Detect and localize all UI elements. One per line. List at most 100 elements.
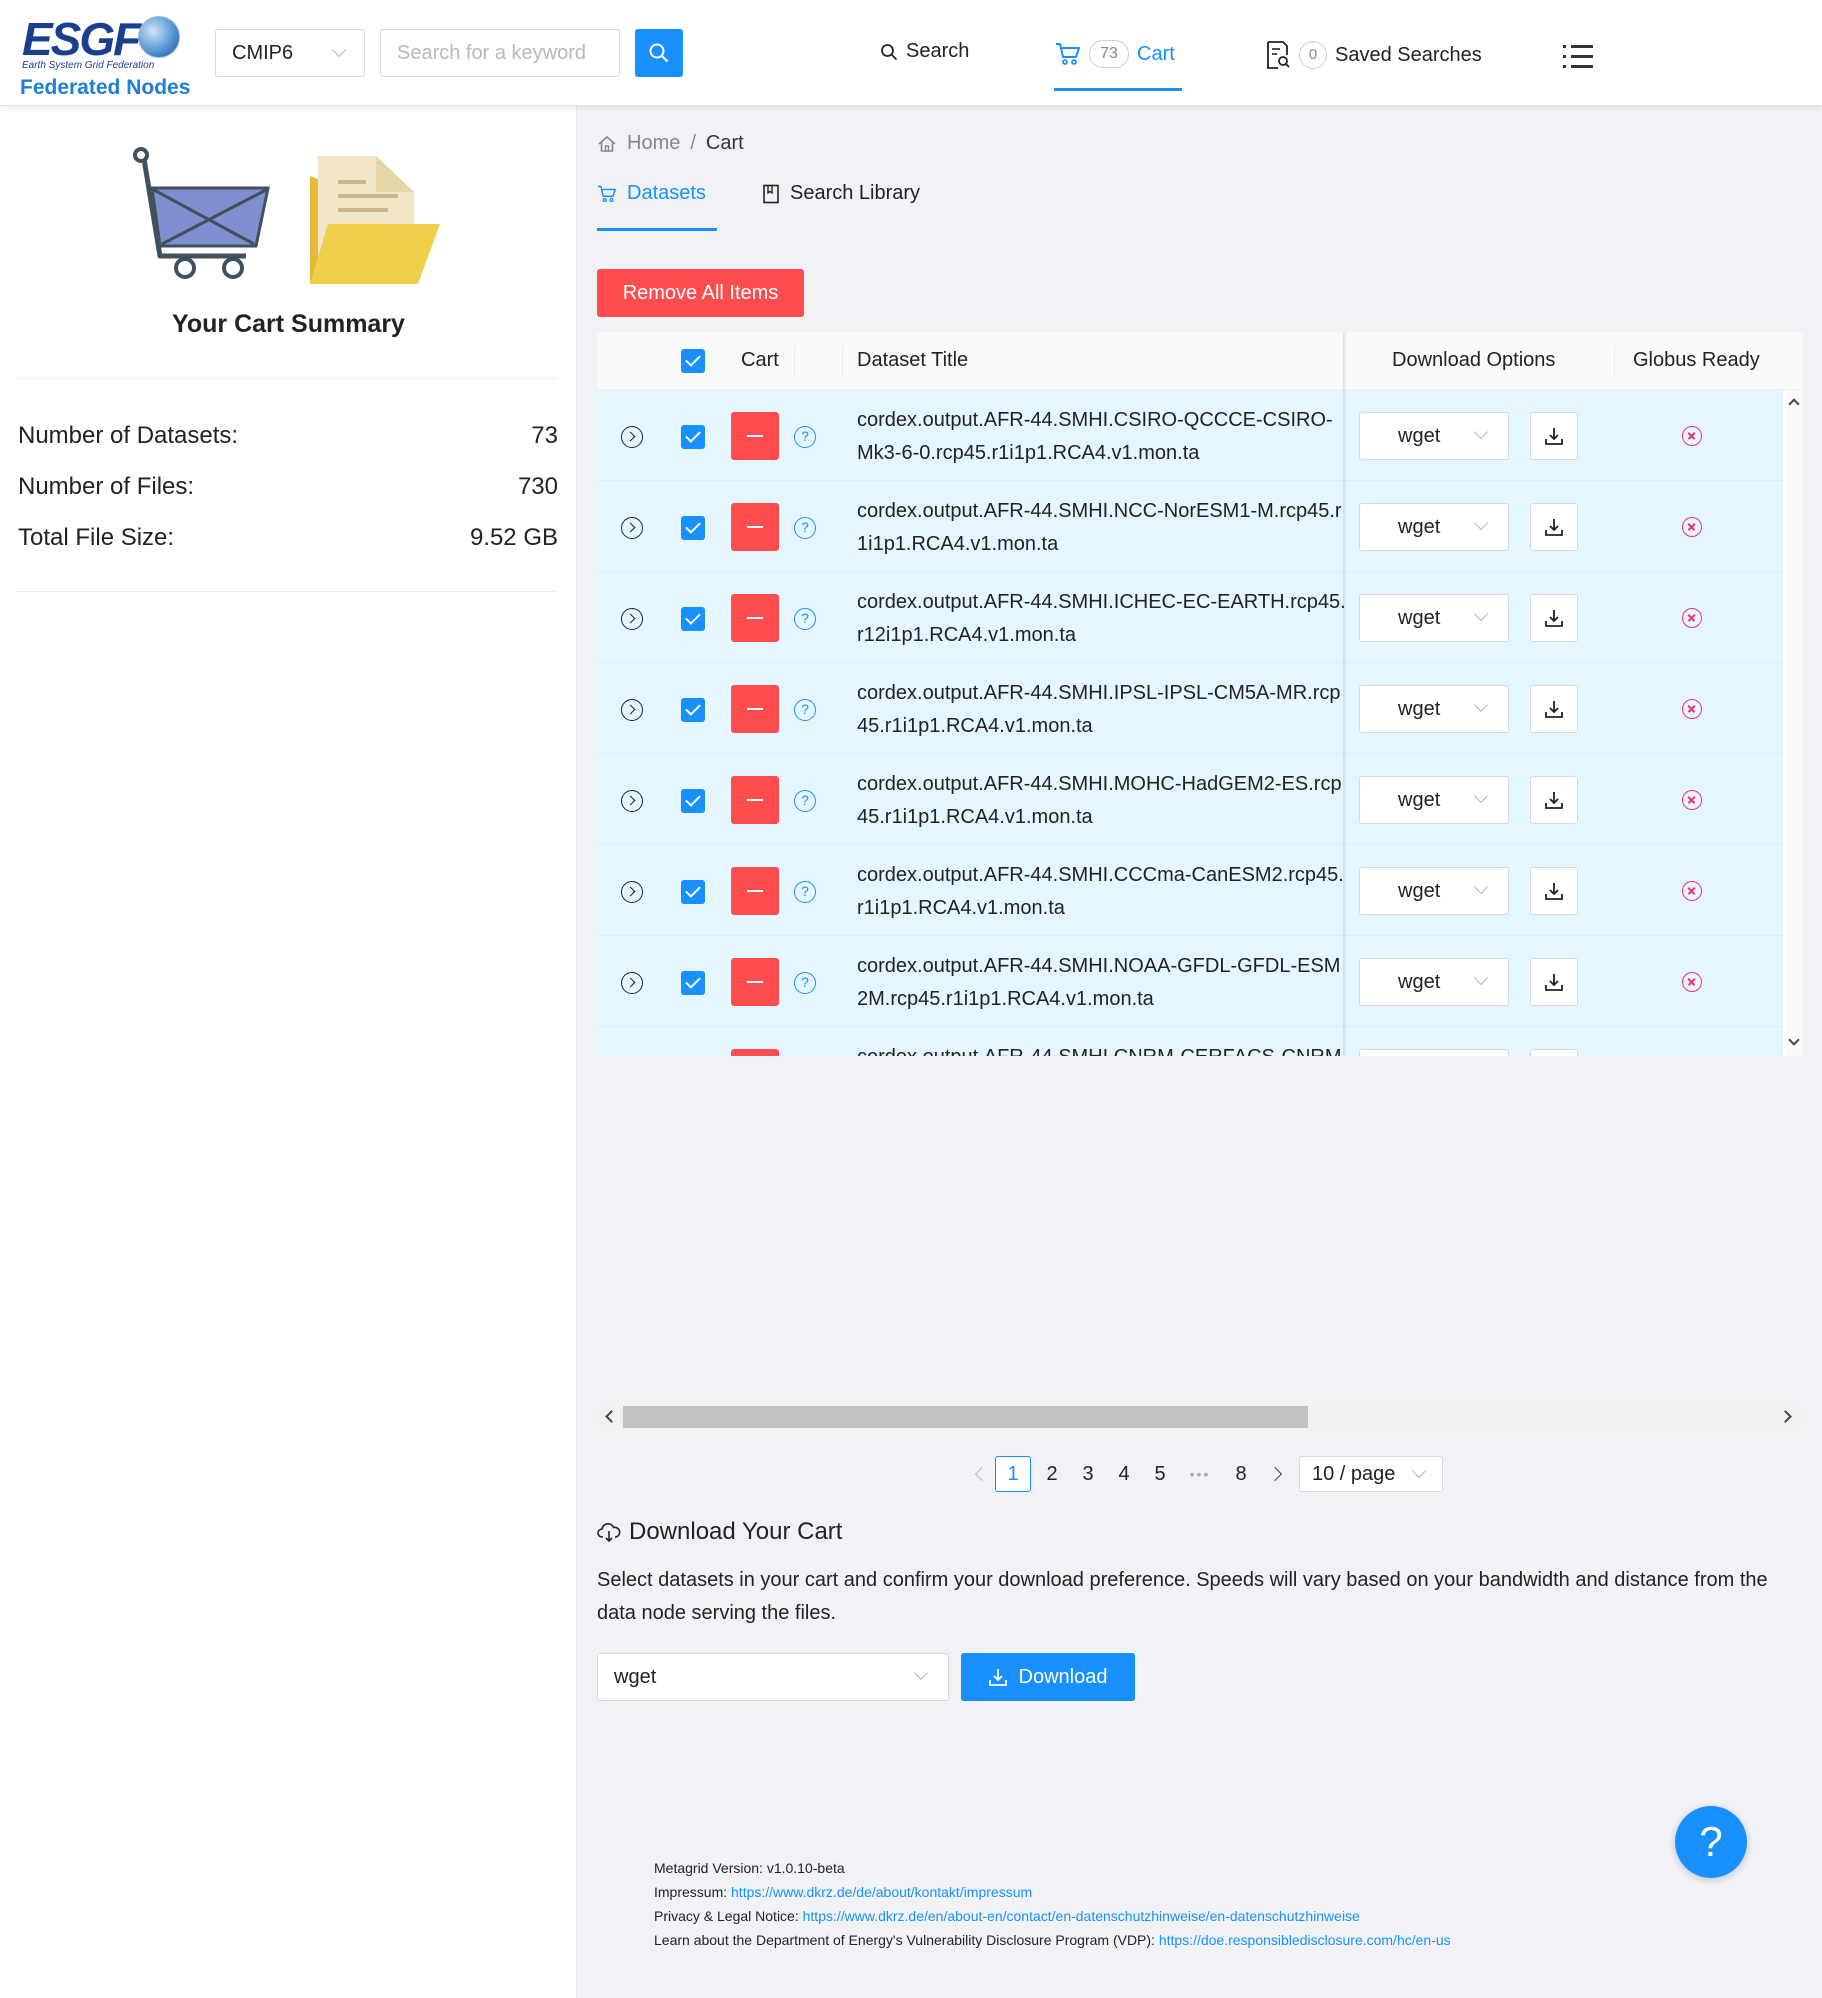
privacy-link[interactable]: https://www.dkrz.de/en/about-en/contact/…: [803, 1908, 1360, 1924]
page-3[interactable]: 3: [1078, 1456, 1098, 1492]
folder-illustration-icon: [310, 156, 440, 284]
download-option-select[interactable]: wget: [1359, 958, 1509, 1006]
expand-row-icon[interactable]: [621, 699, 643, 721]
vdp-link[interactable]: https://doe.responsibledisclosure.com/hc…: [1159, 1932, 1451, 1948]
remove-from-cart-button[interactable]: [731, 867, 779, 915]
download-option-select[interactable]: wget: [1359, 594, 1509, 642]
question-circle-icon[interactable]: ?: [794, 608, 816, 630]
nav-search-label: Search: [906, 40, 970, 62]
tab-search-library[interactable]: Search Library: [762, 182, 920, 205]
table-vertical-scrollbar[interactable]: [1785, 390, 1803, 1056]
expand-row-icon[interactable]: [621, 608, 643, 630]
remove-from-cart-button[interactable]: [731, 594, 779, 642]
expand-row-icon[interactable]: [621, 426, 643, 448]
nav-cart[interactable]: 73 Cart: [1055, 40, 1175, 68]
page-1[interactable]: 1: [995, 1456, 1031, 1492]
header-globus-ready: Globus Ready: [1633, 349, 1760, 371]
question-circle-icon[interactable]: ?: [794, 972, 816, 994]
download-option-value: wget: [1398, 971, 1441, 993]
question-circle-icon[interactable]: ?: [794, 426, 816, 448]
download-option-select[interactable]: wget: [1359, 776, 1509, 824]
cart-download-method-select[interactable]: wget: [597, 1653, 949, 1701]
page-2[interactable]: 2: [1042, 1456, 1062, 1492]
remove-from-cart-button[interactable]: [731, 412, 779, 460]
download-option-select[interactable]: wget: [1359, 685, 1509, 733]
page-5[interactable]: 5: [1150, 1456, 1170, 1492]
download-option-select[interactable]: wget: [1359, 412, 1509, 460]
row-checkbox[interactable]: [681, 516, 705, 540]
cart-count-badge: 73: [1089, 40, 1129, 68]
remove-from-cart-button[interactable]: [731, 958, 779, 1006]
expand-row-icon[interactable]: [621, 790, 643, 812]
saved-count-badge: 0: [1299, 41, 1327, 69]
project-select[interactable]: CMIP6: [215, 29, 365, 77]
dataset-title: cordex.output.AFR-44.SMHI.CNRM-CERFACS-C…: [857, 1041, 1347, 1056]
row-checkbox[interactable]: [681, 607, 705, 631]
row-checkbox[interactable]: [681, 425, 705, 449]
download-option-select[interactable]: wget: [1359, 503, 1509, 551]
chevron-down-icon: [331, 42, 347, 58]
breadcrumb-home[interactable]: Home: [627, 132, 680, 155]
page-8[interactable]: 8: [1231, 1456, 1251, 1492]
row-checkbox[interactable]: [681, 971, 705, 995]
search-submit-button[interactable]: [635, 29, 683, 77]
row-checkbox[interactable]: [681, 880, 705, 904]
scroll-down-arrow-icon[interactable]: [1788, 1034, 1800, 1046]
globus-not-ready-icon: [1682, 699, 1702, 719]
impressum-label: Impressum:: [654, 1884, 732, 1900]
chevron-down-icon: [1473, 606, 1489, 622]
remove-from-cart-button[interactable]: [731, 1049, 779, 1056]
download-option-select[interactable]: wget: [1359, 1049, 1509, 1056]
page-size-select[interactable]: 10 / page: [1299, 1456, 1443, 1492]
next-page-icon[interactable]: [1267, 1466, 1283, 1482]
select-all-checkbox[interactable]: [681, 349, 705, 373]
impressum-link[interactable]: https://www.dkrz.de/de/about/kontakt/imp…: [731, 1884, 1032, 1900]
remove-all-items-button[interactable]: Remove All Items: [597, 269, 804, 317]
help-question-icon[interactable]: ?: [1675, 1806, 1747, 1878]
breadcrumb-separator: /: [690, 132, 696, 154]
download-option-value: wget: [1398, 516, 1441, 538]
question-circle-icon[interactable]: ?: [794, 790, 816, 812]
download-option-value: wget: [1398, 698, 1441, 720]
table-row: ? cordex.output.AFR-44.SMHI.CCCma-CanESM2…: [597, 845, 1783, 936]
horizontal-scrollbar-thumb[interactable]: [623, 1406, 1308, 1428]
download-dataset-button[interactable]: [1530, 594, 1578, 642]
remove-from-cart-button[interactable]: [731, 685, 779, 733]
expand-row-icon[interactable]: [621, 881, 643, 903]
download-dataset-button[interactable]: [1530, 958, 1578, 1006]
stat-value: 73: [531, 422, 558, 449]
download-cart-button[interactable]: Download: [961, 1653, 1135, 1701]
chevron-down-icon: [1473, 424, 1489, 440]
download-dataset-button[interactable]: [1530, 685, 1578, 733]
download-dataset-button[interactable]: [1530, 867, 1578, 915]
scroll-up-arrow-icon[interactable]: [1788, 398, 1800, 410]
expand-row-icon[interactable]: [621, 517, 643, 539]
download-dataset-button[interactable]: [1530, 776, 1578, 824]
row-checkbox[interactable]: [681, 789, 705, 813]
menu-icon[interactable]: [1563, 43, 1593, 69]
vdp-label: Learn about the Department of Energy's V…: [654, 1932, 1159, 1948]
download-dataset-button[interactable]: [1530, 503, 1578, 551]
download-option-select[interactable]: wget: [1359, 867, 1509, 915]
prev-page-icon[interactable]: [974, 1466, 990, 1482]
esgf-logo[interactable]: ESGF Earth System Grid Federation Federa…: [20, 12, 190, 102]
globus-not-ready-icon: [1682, 426, 1702, 446]
question-circle-icon[interactable]: ?: [794, 517, 816, 539]
page-4[interactable]: 4: [1114, 1456, 1134, 1492]
search-icon: [881, 43, 897, 60]
nav-saved-searches[interactable]: 0 Saved Searches: [1265, 40, 1482, 70]
question-circle-icon[interactable]: ?: [794, 881, 816, 903]
question-circle-icon[interactable]: ?: [794, 699, 816, 721]
pagination-ellipsis[interactable]: •••: [1182, 1456, 1218, 1492]
remove-from-cart-button[interactable]: [731, 776, 779, 824]
nav-search[interactable]: Search: [880, 40, 969, 63]
download-dataset-button[interactable]: [1530, 1049, 1578, 1056]
row-checkbox[interactable]: [681, 698, 705, 722]
download-dataset-button[interactable]: [1530, 412, 1578, 460]
logo-subtitle: Earth System Grid Federation: [22, 60, 155, 71]
expand-row-icon[interactable]: [621, 972, 643, 994]
tab-datasets[interactable]: Datasets: [597, 182, 706, 205]
keyword-search-input[interactable]: [380, 29, 620, 77]
remove-from-cart-button[interactable]: [731, 503, 779, 551]
federated-nodes-link[interactable]: Federated Nodes: [20, 76, 190, 100]
